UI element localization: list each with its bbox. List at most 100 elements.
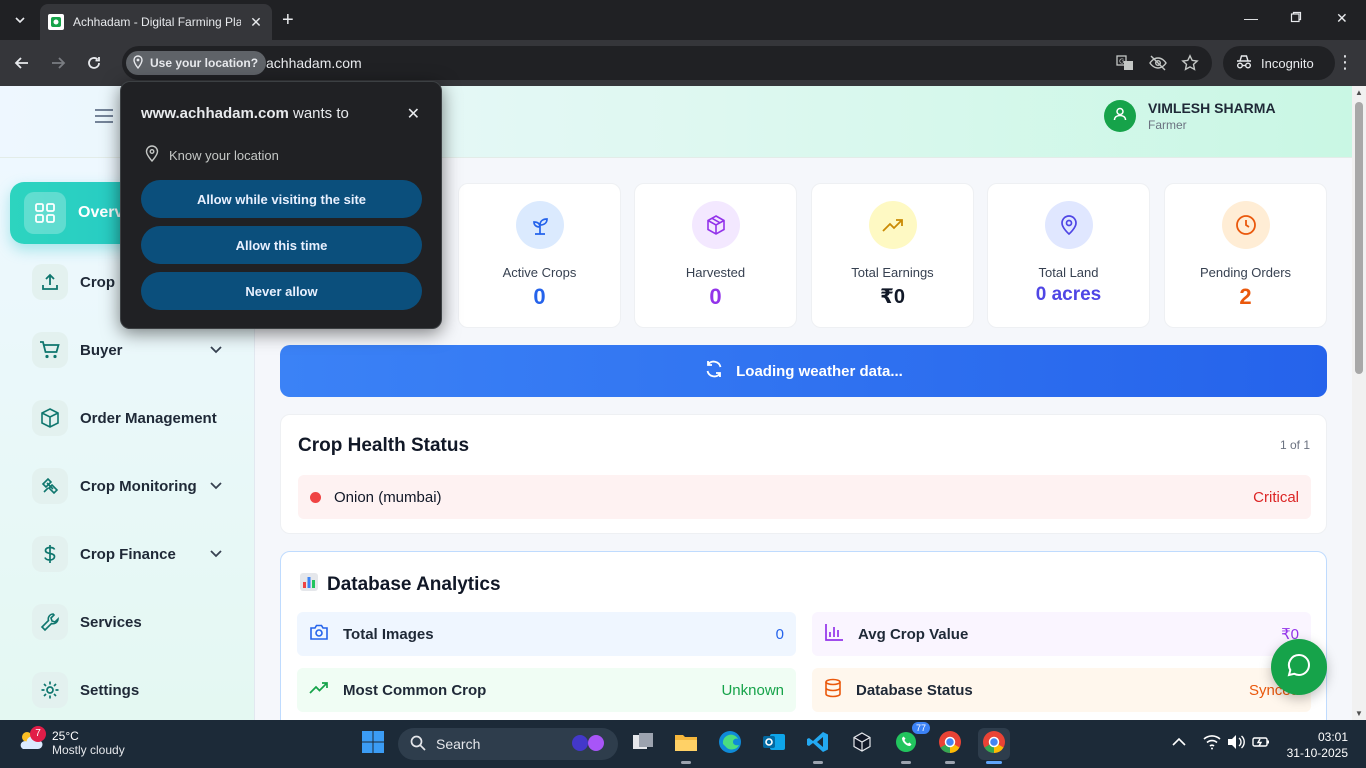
browser-menu-button[interactable]: ⋮ bbox=[1336, 52, 1354, 73]
crop-health-row[interactable]: Onion (mumbai) Critical bbox=[298, 475, 1311, 519]
forward-button[interactable] bbox=[47, 52, 69, 74]
new-tab-button[interactable]: + bbox=[282, 10, 294, 30]
show-hidden-icons-chevron-icon[interactable] bbox=[1172, 734, 1186, 752]
user-profile[interactable]: VIMLESH SHARMA Farmer bbox=[1104, 100, 1276, 132]
sidebar-item-label: Order Management bbox=[80, 409, 217, 427]
bar-chart-emoji-icon bbox=[299, 572, 319, 598]
tile-value: Unknown bbox=[721, 681, 784, 699]
hamburger-menu-icon[interactable] bbox=[94, 108, 114, 129]
sidebar-item-label: Crop Finance bbox=[80, 545, 176, 563]
chrome-incognito-app[interactable] bbox=[978, 728, 1010, 764]
tab-search-button[interactable] bbox=[8, 8, 32, 32]
scrollbar-thumb[interactable] bbox=[1355, 102, 1363, 374]
permission-request: Know your location bbox=[145, 145, 279, 165]
translate-icon[interactable]: G bbox=[1116, 54, 1134, 77]
chevron-down-icon[interactable] bbox=[210, 341, 222, 359]
close-window-button[interactable]: ✕ bbox=[1336, 10, 1348, 27]
sidebar-item-label: Buyer bbox=[80, 341, 123, 359]
taskbar-search[interactable]: Search bbox=[398, 728, 618, 760]
tracking-protection-eye-icon[interactable] bbox=[1148, 54, 1168, 77]
box-icon bbox=[32, 400, 68, 436]
running-indicator bbox=[813, 761, 823, 764]
bookmark-star-icon[interactable] bbox=[1181, 54, 1199, 77]
crop-health-card: Crop Health Status 1 of 1 Onion (mumbai)… bbox=[280, 414, 1327, 534]
bar-chart-icon bbox=[824, 623, 844, 646]
crop-health-title: Crop Health Status bbox=[298, 435, 470, 456]
user-role: Farmer bbox=[1148, 118, 1187, 132]
wifi-icon[interactable] bbox=[1203, 734, 1221, 755]
sidebar-item-crop-monitoring[interactable]: Crop Monitoring bbox=[32, 466, 232, 506]
stat-card-total-land: Total Land 0 acres bbox=[987, 183, 1150, 328]
permission-wants-to: wants to bbox=[288, 105, 349, 122]
permission-site: www.achhadam.com bbox=[141, 105, 289, 122]
permission-request-label: Know your location bbox=[169, 147, 279, 163]
incognito-indicator[interactable]: Incognito bbox=[1223, 46, 1335, 80]
database-icon bbox=[824, 678, 842, 703]
stat-value: 2 bbox=[1239, 284, 1252, 309]
clock-date: 31-10-2025 bbox=[1286, 746, 1348, 760]
chrome-profile-app[interactable] bbox=[934, 728, 966, 764]
allow-while-visiting-button[interactable]: Allow while visiting the site bbox=[141, 180, 422, 218]
tile-total-images: Total Images 0 bbox=[297, 612, 796, 656]
scroll-down-arrow-icon[interactable]: ▼ bbox=[1355, 709, 1363, 718]
crop-health-count: 1 of 1 bbox=[1279, 438, 1310, 452]
taskbar-clock[interactable]: 03:01 31-10-2025 bbox=[1287, 729, 1348, 761]
database-analytics-card: Database Analytics Total Images 0 Avg Cr… bbox=[280, 551, 1327, 720]
wrench-icon bbox=[32, 604, 68, 640]
upload-icon bbox=[32, 264, 68, 300]
search-highlight-icon bbox=[568, 732, 610, 757]
chat-button[interactable] bbox=[1271, 639, 1327, 695]
dollar-icon bbox=[32, 536, 68, 572]
task-view-button[interactable] bbox=[627, 728, 659, 760]
chevron-down-icon[interactable] bbox=[210, 477, 222, 495]
sidebar-item-settings[interactable]: Settings bbox=[32, 670, 232, 710]
never-allow-button[interactable]: Never allow bbox=[141, 272, 422, 310]
terminal-app[interactable] bbox=[846, 728, 878, 760]
taskbar-search-label: Search bbox=[436, 736, 481, 752]
tile-label: Avg Crop Value bbox=[858, 625, 969, 643]
close-icon[interactable]: ✕ bbox=[407, 104, 420, 124]
vscode-icon bbox=[806, 730, 830, 759]
restore-button[interactable] bbox=[1290, 10, 1302, 26]
clock-time: 03:01 bbox=[1317, 730, 1348, 744]
address-bar[interactable]: Use your location? achhadam.com G bbox=[122, 46, 1212, 80]
avatar bbox=[1104, 100, 1136, 132]
trending-up-icon bbox=[868, 201, 917, 249]
edge-app[interactable] bbox=[714, 728, 746, 760]
status-dot-icon bbox=[310, 491, 321, 503]
reload-button[interactable] bbox=[83, 52, 105, 74]
stat-value: ₹0 bbox=[879, 286, 906, 308]
chevron-down-icon[interactable] bbox=[210, 545, 222, 563]
tile-value: 0 bbox=[775, 625, 784, 643]
file-explorer-app[interactable] bbox=[670, 728, 702, 764]
location-permission-popup: www.achhadam.com wants to ✕ Know your lo… bbox=[120, 81, 442, 329]
battery-icon[interactable] bbox=[1251, 734, 1271, 755]
analytics-title: Database Analytics bbox=[299, 572, 501, 598]
sidebar-item-order-management[interactable]: Order Management bbox=[32, 398, 232, 438]
running-indicator bbox=[901, 761, 911, 764]
package-icon bbox=[691, 201, 740, 249]
windows-start-button[interactable] bbox=[357, 728, 389, 760]
tile-database-status: Database Status Synced bbox=[812, 668, 1311, 712]
stat-card-active-crops: Active Crops 0 bbox=[458, 183, 621, 328]
location-permission-chip[interactable]: Use your location? bbox=[126, 51, 267, 75]
chrome-icon bbox=[982, 730, 1006, 759]
scroll-up-arrow-icon[interactable]: ▲ bbox=[1355, 88, 1363, 97]
outlook-app[interactable] bbox=[758, 728, 790, 760]
sidebar-item-services[interactable]: Services bbox=[32, 602, 232, 642]
back-button[interactable] bbox=[11, 52, 33, 74]
sidebar-item-buyer[interactable]: Buyer bbox=[32, 330, 232, 370]
sidebar-item-crop-finance[interactable]: Crop Finance bbox=[32, 534, 232, 574]
vscode-app[interactable] bbox=[802, 728, 834, 764]
sprout-icon bbox=[515, 201, 564, 249]
page-scrollbar[interactable]: ▲ ▼ bbox=[1352, 86, 1366, 720]
browser-tab[interactable]: Achhadam - Digital Farming Pla ✕ bbox=[40, 4, 272, 40]
stat-value: 0 bbox=[533, 284, 546, 309]
tab-close-icon[interactable]: ✕ bbox=[248, 14, 264, 31]
windows-taskbar: 25°C Mostly cloudy 7 Search 77 03:01 31-… bbox=[0, 720, 1366, 768]
weather-banner: Loading weather data... bbox=[280, 345, 1327, 397]
minimize-button[interactable]: — bbox=[1244, 10, 1258, 26]
volume-icon[interactable] bbox=[1227, 734, 1245, 755]
allow-this-time-button[interactable]: Allow this time bbox=[141, 226, 422, 264]
whatsapp-app[interactable]: 77 bbox=[890, 722, 930, 764]
